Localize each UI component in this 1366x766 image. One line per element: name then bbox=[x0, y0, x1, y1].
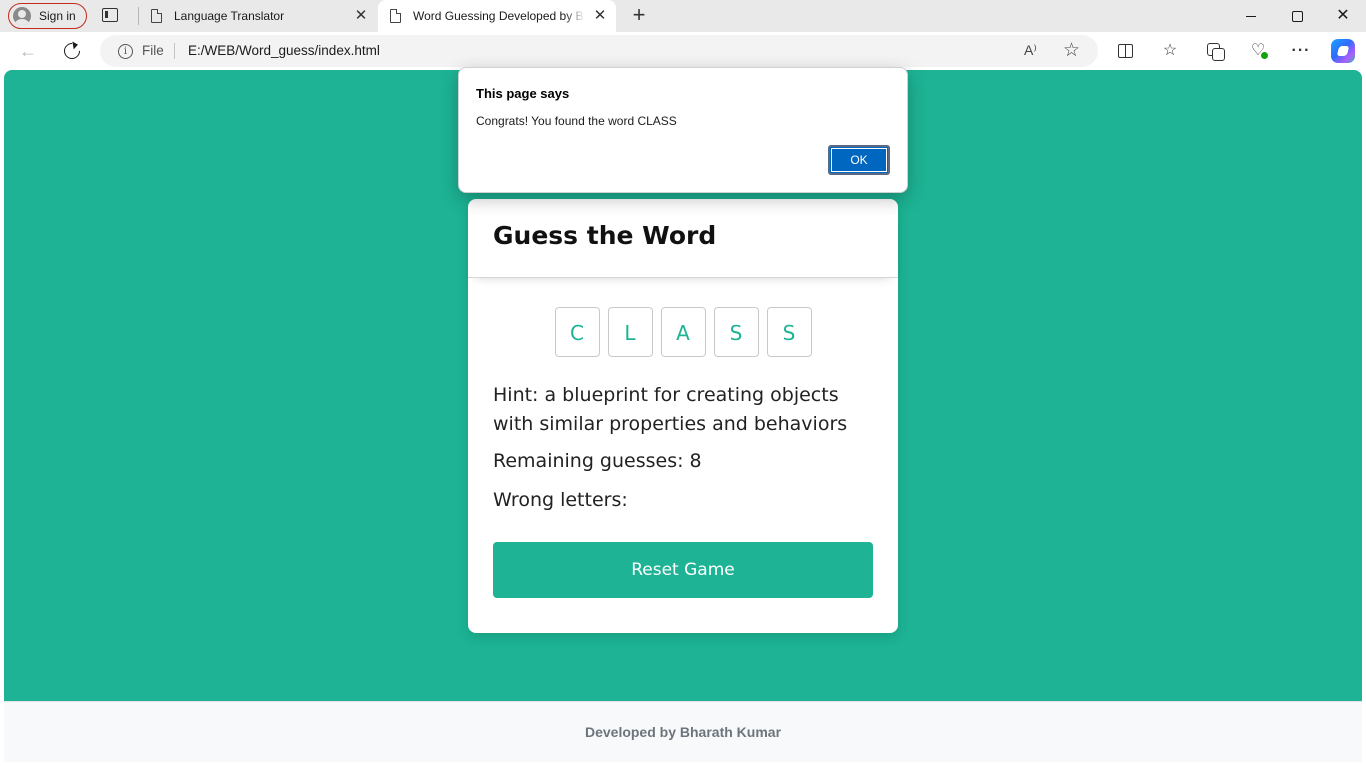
window-close-icon[interactable]: ✕ bbox=[1320, 0, 1366, 32]
close-tab-icon[interactable]: ✕ bbox=[353, 7, 369, 25]
letter-inputs: C L A S S bbox=[468, 307, 898, 357]
reload-icon[interactable] bbox=[60, 39, 84, 63]
alert-dialog: This page says Congrats! You found the w… bbox=[458, 67, 908, 193]
tab-title: Word Guessing Developed by Bharath Kumar bbox=[413, 9, 585, 23]
letter-box[interactable]: L bbox=[607, 307, 653, 357]
reset-game-button[interactable]: Reset Game bbox=[493, 542, 873, 598]
info-icon[interactable]: i bbox=[118, 44, 133, 59]
minimize-icon[interactable] bbox=[1228, 0, 1274, 32]
favorites-icon[interactable]: ☆ bbox=[1158, 39, 1182, 63]
collections-icon[interactable] bbox=[1202, 39, 1226, 63]
tab-language-translator[interactable]: Language Translator ✕ bbox=[139, 0, 377, 32]
tab-title: Language Translator bbox=[174, 9, 285, 23]
hint-text: Hint: a blueprint for creating objects w… bbox=[493, 384, 848, 435]
tab-actions-icon[interactable] bbox=[102, 8, 118, 22]
letter-box[interactable]: C bbox=[554, 307, 600, 357]
favorite-star-icon[interactable]: ☆ bbox=[1063, 39, 1080, 62]
alert-message: Congrats! You found the word CLASS bbox=[476, 114, 677, 128]
page-icon bbox=[151, 9, 162, 23]
sign-in-label: Sign in bbox=[39, 9, 76, 23]
split-screen-icon[interactable] bbox=[1113, 39, 1137, 63]
tab-word-guessing[interactable]: Word Guessing Developed by Bharath Kumar… bbox=[378, 0, 616, 32]
more-options-icon[interactable]: ··· bbox=[1289, 39, 1313, 63]
profile-avatar-icon bbox=[13, 7, 31, 25]
alert-title: This page says bbox=[476, 86, 570, 101]
letter-box[interactable]: S bbox=[713, 307, 759, 357]
close-tab-icon[interactable]: ✕ bbox=[592, 7, 608, 25]
game-card: Guess the Word C L A S S Hint: a bluepri… bbox=[468, 199, 898, 633]
restore-icon[interactable] bbox=[1274, 0, 1320, 32]
address-separator bbox=[174, 43, 175, 59]
url-text[interactable]: E:/WEB/Word_guess/index.html bbox=[188, 43, 380, 58]
read-aloud-icon[interactable]: A⁾ bbox=[1024, 42, 1037, 59]
wrong-letters: Wrong letters: bbox=[493, 489, 628, 511]
remaining-guesses: Remaining guesses: 8 bbox=[493, 450, 702, 472]
copilot-icon[interactable] bbox=[1331, 39, 1355, 63]
page-title: Guess the Word bbox=[493, 221, 717, 250]
footer-credit: Developed by Bharath Kumar bbox=[584, 724, 782, 740]
letter-box[interactable]: A bbox=[660, 307, 706, 357]
browser-essentials-icon[interactable]: ♡ bbox=[1246, 39, 1270, 63]
profile-sign-in-button[interactable]: Sign in bbox=[8, 3, 87, 29]
back-arrow-icon[interactable]: ← bbox=[16, 39, 40, 63]
address-bar[interactable]: i File E:/WEB/Word_guess/index.html A⁾ ☆ bbox=[100, 35, 1098, 67]
page-footer: Developed by Bharath Kumar bbox=[4, 701, 1362, 762]
page-icon bbox=[390, 9, 401, 23]
browser-toolbar: ← i File E:/WEB/Word_guess/index.html A⁾… bbox=[0, 32, 1366, 70]
card-header: Guess the Word bbox=[468, 199, 898, 278]
new-tab-icon[interactable]: + bbox=[628, 4, 650, 26]
letter-box[interactable]: S bbox=[766, 307, 812, 357]
scheme-label: File bbox=[142, 43, 164, 58]
ok-button[interactable]: OK bbox=[828, 145, 890, 175]
tab-strip: Sign in Language Translator ✕ Word Guess… bbox=[0, 0, 1366, 32]
